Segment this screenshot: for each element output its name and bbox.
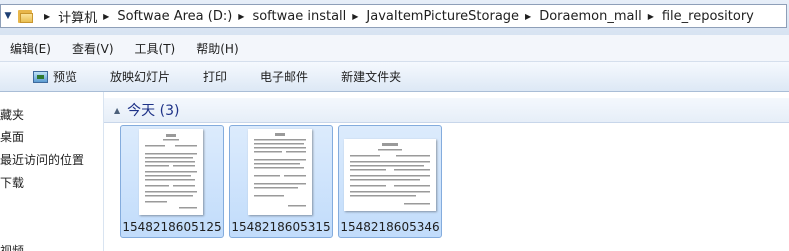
document-preview-icon: [254, 133, 306, 207]
file-name: 1548218605346: [340, 220, 440, 234]
collapse-triangle-icon[interactable]: ▲: [114, 106, 120, 115]
breadcrumb-separator-icon[interactable]: ▶: [44, 12, 50, 21]
folder-icon: [18, 9, 34, 23]
file-tile[interactable]: 1548218605315: [229, 125, 333, 238]
breadcrumb-softwae-install[interactable]: softwae install: [252, 9, 346, 24]
slideshow-button[interactable]: 放映幻灯片: [110, 68, 170, 85]
address-bar: ▼ ▶ 计算机 ▶ Softwae Area (D:) ▶ softwae in…: [0, 0, 789, 35]
nav-item-downloads[interactable]: 下载: [0, 174, 24, 191]
document-thumbnail: [344, 139, 436, 211]
document-preview-icon: [145, 134, 197, 209]
menu-help[interactable]: 帮助(H): [186, 40, 249, 57]
document-thumbnail: [248, 129, 312, 215]
address-history-dropdown[interactable]: ▼: [1, 5, 15, 27]
new-folder-button[interactable]: 新建文件夹: [341, 68, 401, 85]
document-thumbnail: [139, 129, 203, 215]
command-bar: 预览 放映幻灯片 打印 电子邮件 新建文件夹: [0, 62, 789, 92]
menu-bar: 编辑(E) 查看(V) 工具(T) 帮助(H): [0, 35, 789, 62]
breadcrumb-doraemon-mall[interactable]: Doraemon_mall: [539, 9, 641, 24]
breadcrumb-computer[interactable]: 计算机: [58, 7, 97, 26]
preview-button[interactable]: 预览: [33, 68, 77, 85]
explorer-window: ▼ ▶ 计算机 ▶ Softwae Area (D:) ▶ softwae in…: [0, 0, 789, 251]
nav-item-videos[interactable]: 视频: [0, 242, 24, 251]
file-tile[interactable]: 1548218605346: [338, 125, 442, 238]
file-list-pane: ▲ 今天 (3) 1548218605125 1548218605315 154…: [104, 92, 789, 251]
breadcrumb-separator-icon[interactable]: ▶: [238, 12, 244, 21]
breadcrumb-drive[interactable]: Softwae Area (D:): [117, 9, 232, 24]
breadcrumb-separator-icon[interactable]: ▶: [648, 12, 654, 21]
breadcrumb-separator-icon[interactable]: ▶: [352, 12, 358, 21]
group-header[interactable]: ▲ 今天 (3): [104, 98, 789, 123]
breadcrumb-file-repository[interactable]: file_repository: [662, 9, 754, 24]
nav-item-favorites[interactable]: 藏夹: [0, 106, 24, 123]
menu-view[interactable]: 查看(V): [62, 40, 125, 57]
breadcrumb-separator-icon[interactable]: ▶: [103, 12, 109, 21]
document-preview-icon: [350, 143, 430, 205]
preview-label: 预览: [53, 70, 78, 84]
address-field[interactable]: ▼ ▶ 计算机 ▶ Softwae Area (D:) ▶ softwae in…: [0, 4, 787, 28]
breadcrumb-separator-icon[interactable]: ▶: [525, 12, 531, 21]
preview-icon: [33, 70, 48, 83]
breadcrumb-picture-storage[interactable]: JavaItemPictureStorage: [366, 9, 519, 24]
file-name: 1548218605315: [231, 220, 331, 234]
group-title: 今天 (3): [127, 103, 180, 119]
menu-tools[interactable]: 工具(T): [125, 40, 187, 57]
email-button[interactable]: 电子邮件: [260, 68, 308, 85]
nav-item-recent-places[interactable]: 最近访问的位置: [0, 151, 84, 168]
file-tile[interactable]: 1548218605125: [120, 125, 224, 238]
file-name: 1548218605125: [122, 220, 222, 234]
navigation-pane: 藏夹 桌面 最近访问的位置 下载 视频: [0, 92, 104, 251]
menu-edit[interactable]: 编辑(E): [0, 40, 62, 57]
nav-item-desktop[interactable]: 桌面: [0, 128, 24, 145]
print-button[interactable]: 打印: [203, 68, 227, 85]
